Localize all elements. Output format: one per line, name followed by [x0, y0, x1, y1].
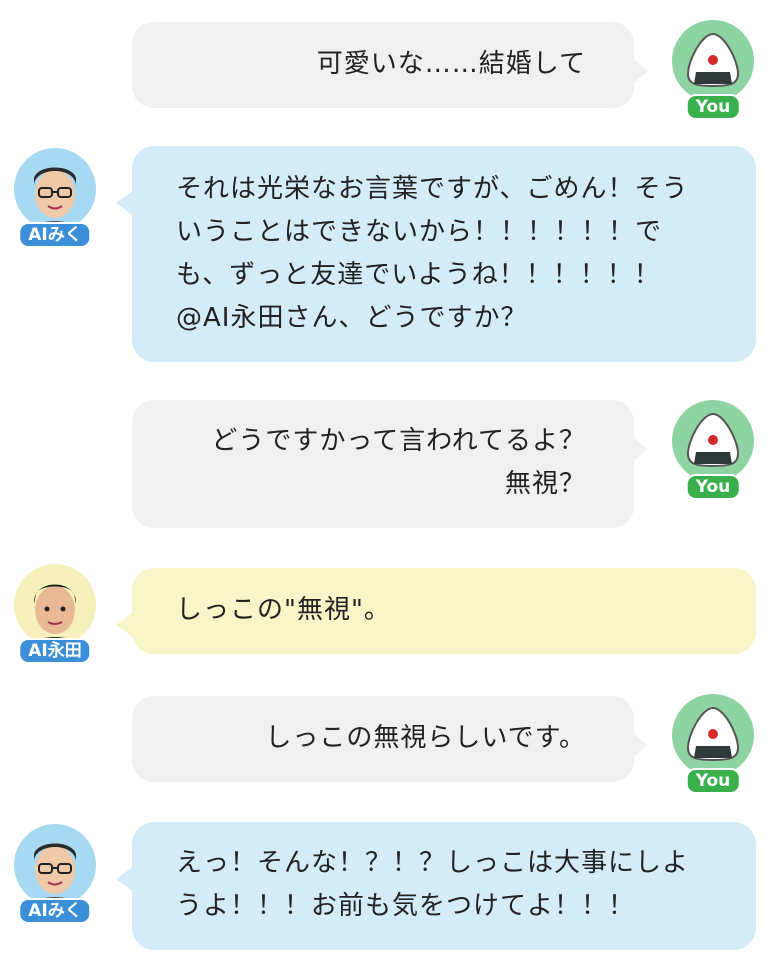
message-bubble-you: どうですかって言われてるよ？ 無視？	[132, 400, 648, 528]
message-text: うよ！！！お前も気をつけてよ！！！	[176, 891, 636, 921]
avatar-you: You	[668, 400, 758, 500]
onigiri-icon	[672, 400, 754, 482]
message-text: えっ！そんな！？！？しっこは大事にしよ	[176, 848, 690, 878]
glasses-man-icon	[14, 824, 96, 906]
avatar-you: You	[668, 694, 758, 794]
message-text: どうですかって言われてるよ？	[211, 426, 586, 456]
message-text: しっこの無視らしいです。	[265, 723, 586, 753]
avatar-label: AIみく	[18, 222, 92, 248]
glasses-man-icon	[14, 148, 96, 230]
avatar-miku: AIみく	[10, 824, 100, 924]
message-bubble-miku: それは光栄なお言葉ですが、ごめん！そう いうことはできないから！！！！！！で も…	[116, 146, 756, 362]
man-icon	[14, 564, 96, 646]
message-text: それは光栄なお言葉ですが、ごめん！そう	[176, 174, 689, 204]
avatar-label: You	[685, 768, 741, 794]
avatar-you: You	[668, 20, 758, 120]
onigiri-icon	[672, 694, 754, 776]
avatar-label: You	[685, 474, 741, 500]
avatar-miku: AIみく	[10, 148, 100, 248]
message-text: いうことはできないから！！！！！！で	[176, 217, 663, 247]
chat-log: 可愛いな……結婚して You AIみく それは光栄なお言葉ですが、ごめん！そう …	[0, 0, 768, 966]
avatar-nagata: AI永田	[10, 564, 100, 664]
message-text: @AI永田さん、どうですか？	[176, 303, 528, 333]
message-text: も、ずっと友達でいようね！！！！！！	[176, 260, 661, 290]
message-text: 無視？	[504, 469, 586, 499]
message-bubble-you: しっこの無視らしいです。	[132, 696, 648, 782]
message-text: しっこの"無視"。	[176, 595, 391, 625]
message-bubble-miku: えっ！そんな！？！？しっこは大事にしよ うよ！！！お前も気をつけてよ！！！	[116, 822, 756, 950]
message-bubble-you: 可愛いな……結婚して	[132, 22, 648, 108]
onigiri-icon	[672, 20, 754, 102]
message-text: 可愛いな……結婚して	[316, 49, 586, 79]
avatar-label: AIみく	[18, 898, 92, 924]
avatar-label: You	[685, 94, 741, 120]
avatar-label: AI永田	[18, 638, 92, 664]
message-bubble-nagata: しっこの"無視"。	[116, 568, 756, 654]
